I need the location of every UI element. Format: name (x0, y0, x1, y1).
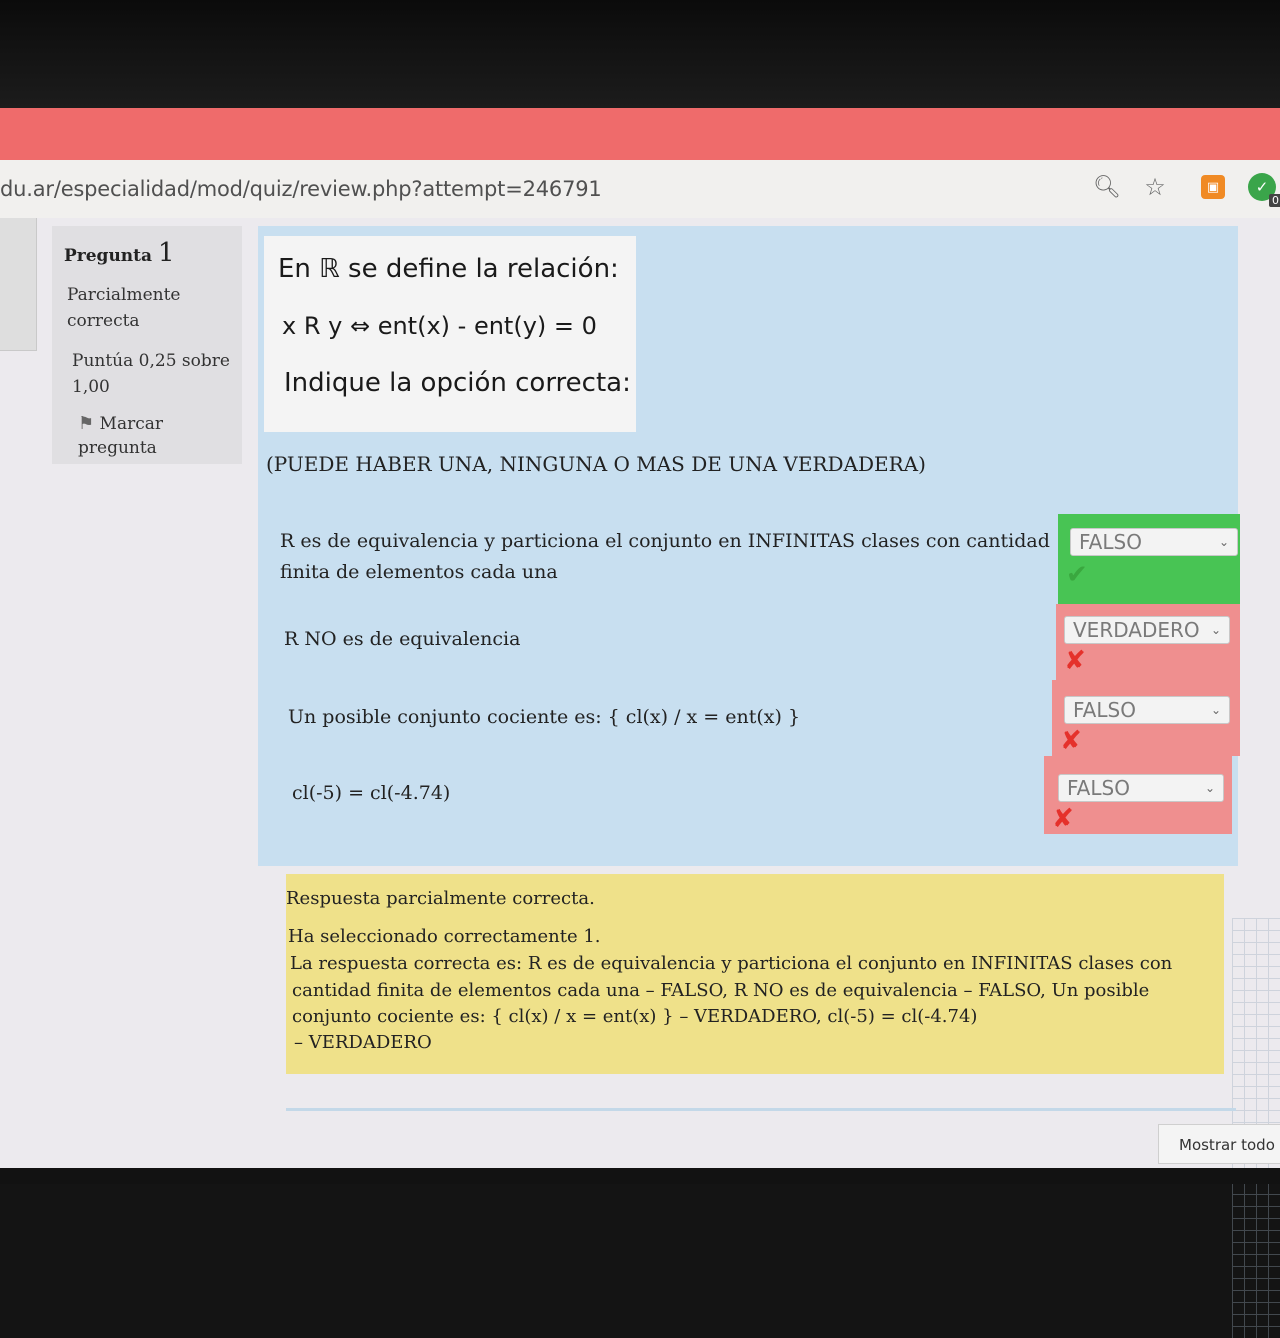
flag-line-2: pregunta (78, 438, 157, 458)
state-line-1: Parcialmente (67, 285, 181, 305)
question-image: En ℝ se define la relación: x R y ⇔ ent(… (264, 236, 636, 432)
feedback-box: Respuesta parcialmente correcta. Ha sele… (286, 874, 1224, 1074)
flag-question-link[interactable]: ⚑ Marcar pregunta (78, 412, 228, 460)
question-number: Pregunta 1 (64, 238, 175, 268)
answer-stem-3-line-1: Un posible conjunto cociente es: { cl(x)… (288, 706, 801, 728)
divider (286, 1108, 1236, 1111)
answer-result-3: FALSO ⌄ ✘ (1052, 680, 1240, 756)
incorrect-cross-icon: ✘ (1052, 804, 1074, 834)
bookmark-star-icon[interactable]: ☆ (1142, 173, 1168, 201)
answer-stem-4: cl(-5) = cl(-4.74) (292, 778, 450, 809)
flag-icon: ⚑ (78, 413, 95, 434)
question-content: En ℝ se define la relación: x R y ⇔ ent(… (258, 226, 1240, 866)
answer-select-3-value: FALSO (1073, 698, 1136, 722)
answer-stem-1: R es de equivalencia y particiona el con… (280, 526, 1050, 588)
incorrect-cross-icon: ✘ (1060, 726, 1082, 756)
answer-stem-4-line-1: cl(-5) = cl(-4.74) (292, 782, 451, 804)
extension-icon[interactable]: ▣ (1201, 175, 1225, 199)
grade-line-2: 1,00 (72, 377, 110, 397)
url-text[interactable]: du.ar/especialidad/mod/quiz/review.php?a… (0, 177, 602, 201)
answer-select-2[interactable]: VERDADERO ⌄ (1064, 616, 1230, 644)
feedback-correct-line-4: – VERDADERO (294, 1032, 432, 1053)
answer-select-4[interactable]: FALSO ⌄ (1058, 774, 1224, 802)
feedback-selected-count: Ha seleccionado correctamente 1. (288, 926, 601, 947)
monitor-bottom-bezel (0, 1168, 1280, 1184)
chevron-down-icon: ⌄ (1210, 623, 1221, 637)
state-line-2: correcta (67, 311, 140, 331)
flag-line-1: Marcar (99, 414, 163, 434)
answer-select-1[interactable]: FALSO ⌄ (1070, 528, 1238, 556)
question-image-line-2: x R y ⇔ ent(x) - ent(y) = 0 (282, 312, 597, 340)
question-state: Parcialmente correcta (67, 282, 217, 334)
answer-select-3[interactable]: FALSO ⌄ (1064, 696, 1230, 724)
question-label: Pregunta (64, 246, 153, 266)
feedback-correct-line-3: conjunto cociente es: { cl(x) / x = ent(… (292, 1006, 978, 1027)
question-grade: Puntúa 0,25 sobre 1,00 (72, 348, 232, 400)
question-image-line-3: Indique la opción correcta: (284, 368, 631, 398)
question-number-value: 1 (157, 238, 175, 268)
extension-badge: 0 (1269, 194, 1280, 207)
browser-tab-strip (0, 108, 1280, 160)
answer-result-1: FALSO ⌄ ✔ (1058, 514, 1240, 604)
question-info-panel: Pregunta 1 Parcialmente correcta Puntúa … (52, 226, 242, 464)
feedback-status: Respuesta parcialmente correcta. (286, 888, 595, 909)
answer-stem-1-line-1: R es de equivalencia y particiona el con… (280, 530, 1050, 552)
answer-stem-3: Un posible conjunto cociente es: { cl(x)… (288, 702, 800, 733)
answer-select-4-value: FALSO (1067, 776, 1130, 800)
address-bar: du.ar/especialidad/mod/quiz/review.php?a… (0, 160, 1280, 219)
question-note: (PUEDE HABER UNA, NINGUNA O MAS DE UNA V… (266, 452, 926, 476)
correct-check-icon: ✔ (1066, 560, 1088, 590)
zoom-icon[interactable]: 🔍︎ (1093, 174, 1121, 200)
chevron-down-icon: ⌄ (1204, 781, 1215, 795)
answer-select-2-value: VERDADERO (1073, 618, 1200, 642)
grade-line-1: Puntúa 0,25 sobre (72, 351, 230, 371)
monitor-bezel (0, 0, 1280, 108)
answer-stem-2: R NO es de equivalencia (284, 624, 520, 655)
answer-select-1-value: FALSO (1079, 530, 1142, 554)
chevron-down-icon: ⌄ (1218, 535, 1229, 549)
extension-check-icon[interactable]: ✓ 0 (1248, 173, 1280, 207)
show-all-button[interactable]: Mostrar todo (1158, 1124, 1280, 1164)
feedback-correct-line-1: La respuesta correcta es: R es de equiva… (290, 953, 1173, 974)
incorrect-cross-icon: ✘ (1064, 646, 1086, 676)
answer-stem-2-line-1: R NO es de equivalencia (284, 628, 521, 650)
chevron-down-icon: ⌄ (1210, 703, 1221, 717)
feedback-correct-line-2: cantidad finita de elementos cada una – … (292, 980, 1150, 1001)
question-image-line-1: En ℝ se define la relación: (278, 254, 619, 284)
answer-result-4: FALSO ⌄ ✘ (1044, 756, 1232, 834)
quiz-review-page: Pregunta 1 Parcialmente correcta Puntúa … (0, 218, 1280, 1338)
left-drawer-edge (0, 218, 37, 351)
answer-stem-1-line-2: finita de elementos cada una (280, 561, 558, 583)
answer-result-2: VERDADERO ⌄ ✘ (1056, 604, 1240, 680)
